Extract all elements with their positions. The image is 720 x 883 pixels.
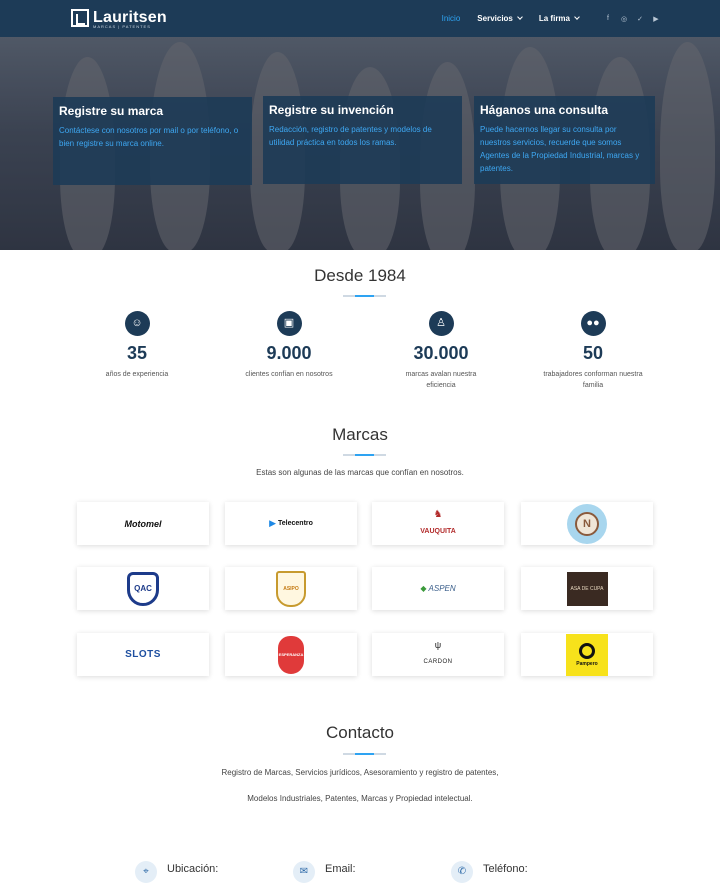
brand-logo-vauquita: ♞ VAUQUITA (372, 502, 504, 545)
hero-card-text: Contáctese con nosotros por mail o por t… (59, 126, 239, 148)
hero-card-marca[interactable]: Registre su marca Contáctese con nosotro… (53, 97, 252, 185)
contact-description-1: Registro de Marcas, Servicios jurídicos,… (221, 768, 499, 777)
telecentro-mark-icon: ▶ (269, 518, 277, 528)
cow-icon: ♞ (433, 508, 443, 520)
brand-name: Telecentro (278, 520, 313, 527)
logo-subtitle: MARCAS | PATENTES (93, 24, 151, 29)
brand-logo-slots: SLOTS (77, 633, 209, 676)
logo-mark-icon (71, 9, 89, 27)
nav-la-firma-label: La firma (538, 14, 570, 23)
user-badge-icon: ♙ (428, 311, 454, 336)
stat-label: años de experiencia (105, 371, 169, 378)
stats-title: Desde 1984 (314, 266, 406, 285)
twitter-icon[interactable]: ✓ (636, 15, 644, 23)
brand-name: N (583, 517, 591, 530)
contact-description-2: Modelos Industriales, Patentes, Marcas y… (247, 794, 473, 803)
email-icon: ✉ (293, 861, 315, 883)
hero-card-invencion[interactable]: Registre su invención Redacción, registr… (263, 96, 462, 184)
stat-workers: ●● 50 trabajadores conforman nuestra fam… (533, 311, 653, 391)
stat-label: marcas avalan nuestra eficiencia (405, 371, 477, 389)
hero-banner: Registre su marca Contáctese con nosotro… (0, 37, 720, 250)
contact-phone: ✆ Teléfono: (451, 861, 528, 883)
asipo-crest-icon: ASIPO (276, 570, 306, 607)
brand-name: QAC (134, 584, 152, 593)
hero-card-title: Registre su invención (269, 103, 394, 117)
cactus-icon: ψ (434, 640, 442, 650)
stat-number: 35 (126, 343, 148, 363)
contact-email: ✉ Email: (293, 861, 356, 883)
nav-servicios[interactable]: Servicios (477, 14, 523, 23)
brand-logo-esperanza: ESPERANZA (225, 633, 357, 676)
brand-logo-qac: QAC (77, 567, 209, 610)
stat-label: clientes confían en nosotros (245, 371, 333, 378)
stat-clients: ▣ 9.000 clientes confían en nosotros (229, 311, 349, 380)
title-divider (343, 753, 386, 755)
stat-number: 9.000 (266, 343, 312, 363)
brand-logo-pampero: Pampero (521, 633, 653, 676)
contact-label: Ubicación: (167, 863, 219, 875)
brand-logo-asa-de-cupa: ASA DE CUPA (521, 567, 653, 610)
brand-name: Pampero (576, 660, 598, 667)
brand-name: ASIPO (283, 585, 299, 592)
nav-inicio[interactable]: Inicio (442, 14, 461, 23)
stat-number: 30.000 (413, 343, 469, 363)
esperanza-crest-icon: ESPERANZA (278, 635, 304, 674)
main-nav: Inicio Servicios La firma f ◎ ✓ ▶ (442, 0, 720, 37)
contact-location: ⌖ Ubicación: (135, 861, 218, 883)
logo-text: Lauritsen (93, 9, 167, 26)
hero-card-title: Háganos una consulta (480, 103, 609, 117)
brand-name: Motomel (124, 518, 162, 529)
brand-name: ASA DE CUPA (570, 585, 604, 592)
brand-name: ESPERANZA (278, 652, 304, 657)
pampero-mark-icon (579, 642, 595, 659)
vauquita-logo: ♞ VAUQUITA (420, 508, 456, 538)
pampero-logo: Pampero (566, 633, 608, 676)
stat-number: 50 (582, 343, 604, 363)
brand-logo-aspen: ◆ ASPEN (372, 567, 504, 610)
instagram-icon[interactable]: ◎ (620, 15, 628, 23)
stat-label: trabajadores conforman nuestra familia (543, 371, 643, 389)
hero-card-text: Puede hacernos llegar su consulta por nu… (480, 125, 640, 173)
brand-logo-asipo: ASIPO (225, 567, 357, 610)
smile-icon: ☺ (124, 311, 150, 336)
brand-logo-telecentro: ▶ Telecentro (225, 502, 357, 545)
qac-shield-icon: QAC (127, 571, 159, 606)
brand-name: SLOTS (125, 649, 161, 660)
brands-subtitle: Estas son algunas de las marcas que conf… (256, 468, 464, 477)
brand-name: VAUQUITA (420, 527, 456, 535)
site-header: Lauritsen MARCAS | PATENTES Inicio Servi… (0, 0, 720, 37)
hero-card-consulta[interactable]: Háganos una consulta Puede hacernos lleg… (474, 96, 655, 184)
chevron-down-icon (517, 14, 523, 20)
brands-title: Marcas (332, 425, 388, 444)
nav-la-firma[interactable]: La firma (538, 14, 580, 23)
hero-card-text: Redacción, registro de patentes y modelo… (269, 125, 432, 147)
facebook-icon[interactable]: f (604, 15, 612, 22)
brand-logo-cardon: ψ CARDON (372, 633, 504, 676)
aspen-leaf-icon: ◆ (420, 584, 427, 593)
contact-label: Teléfono: (483, 863, 528, 875)
briefcase-icon: ▣ (276, 311, 302, 336)
hero-card-title: Registre su marca (59, 104, 164, 118)
title-divider (343, 454, 386, 456)
site-logo[interactable]: Lauritsen MARCAS | PATENTES (71, 9, 167, 29)
brand-name: ASPEN (428, 584, 456, 593)
location-icon: ⌖ (135, 861, 157, 883)
cardon-logo: ψ CARDON (423, 641, 452, 668)
title-divider (343, 295, 386, 297)
asa-de-cupa-logo: ASA DE CUPA (566, 571, 608, 606)
youtube-icon[interactable]: ▶ (652, 15, 660, 23)
social-links: f ◎ ✓ ▶ (596, 15, 660, 23)
nav-servicios-label: Servicios (477, 14, 513, 23)
contact-label: Email: (325, 863, 356, 875)
brand-logo-n: N (521, 502, 653, 545)
stat-experience: ☺ 35 años de experiencia (77, 311, 197, 380)
brand-name: CARDON (423, 659, 453, 665)
group-icon: ●● (580, 311, 606, 336)
chevron-down-icon (574, 14, 580, 20)
stat-brands: ♙ 30.000 marcas avalan nuestra eficienci… (381, 311, 501, 391)
n-badge-icon: N (567, 503, 607, 544)
contact-title: Contacto (325, 723, 395, 742)
brand-logo-motomel: Motomel (77, 502, 209, 545)
phone-icon: ✆ (451, 861, 473, 883)
